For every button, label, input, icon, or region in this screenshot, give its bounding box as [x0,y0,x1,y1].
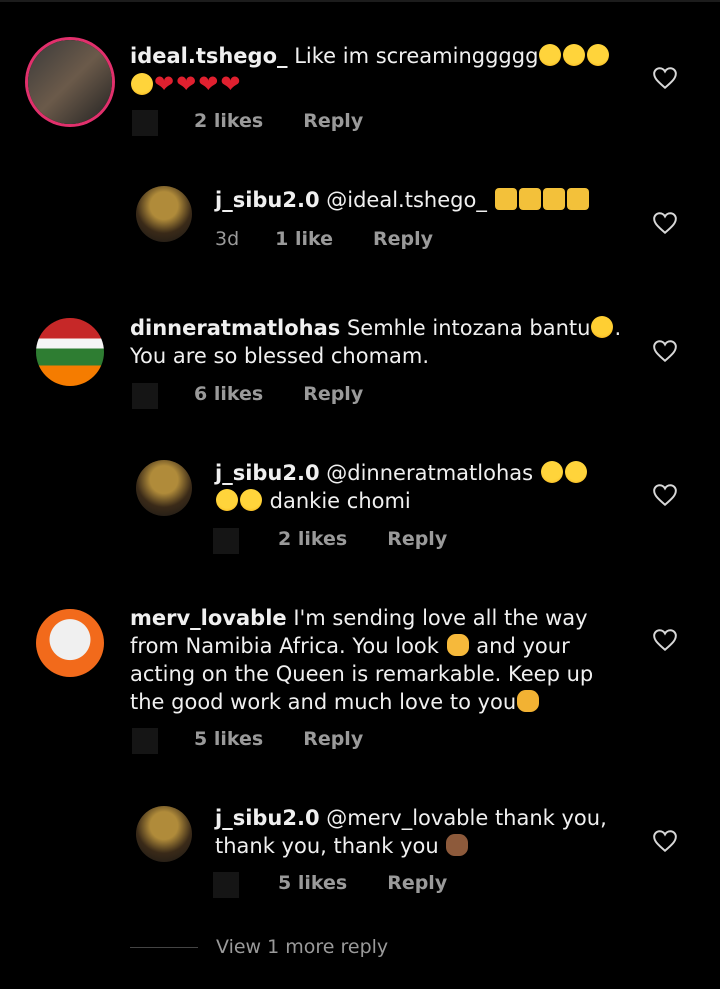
comment-meta: 2 likes Reply [278,528,487,550]
comment-text-line4: the good work and much love to you [130,690,517,714]
heart-eyes-emoji [591,316,614,338]
comment-body: dinneratmatlohas Semhle intozana bantu. … [130,314,630,370]
heart-icon[interactable] [652,628,678,652]
comment-text: @merv_lovable thank you, [319,806,607,830]
red-heart-emoji: ❤ [220,70,241,98]
comment-username[interactable]: merv_lovable [130,606,287,630]
folded-hands-emoji [446,834,469,856]
red-heart-emoji: ❤ [154,70,175,98]
likes-count[interactable]: 1 like [275,228,333,250]
comment-body: merv_lovable I'm sending love all the wa… [130,604,630,716]
comment-body: ideal.tshego_ Like im screaminggggg ❤❤❤❤ [130,42,630,99]
avatar[interactable] [36,609,104,677]
comment-text: Like im screaminggggg [287,44,539,68]
avatar[interactable] [136,186,192,242]
ok-hand-emoji [446,634,469,656]
avatar[interactable] [136,460,192,516]
speaker-emoji [518,188,541,210]
heart-icon[interactable] [652,339,678,363]
comment-text: @dinneratmatlohas [319,461,534,485]
reply-button[interactable]: Reply [303,728,363,750]
kiss-emoji [216,489,238,511]
heart-icon[interactable] [652,829,678,853]
likes-count[interactable]: 6 likes [194,383,263,405]
comment-username[interactable]: dinneratmatlohas [130,316,340,340]
reply-button[interactable]: Reply [387,528,447,550]
crying-face-emoji [587,44,610,66]
avatar[interactable] [28,40,112,124]
speaker-emoji [494,188,517,210]
comment-username[interactable]: j_sibu2.0 [215,806,320,830]
reply-button[interactable]: Reply [373,228,433,250]
comment-meta: 5 likes Reply [278,872,487,894]
top-divider [0,0,720,2]
kiss-emoji [540,461,563,483]
heart-icon[interactable] [652,66,678,90]
comment-text: Semhle intozana bantu [340,316,591,340]
comment-username[interactable]: ideal.tshego_ [130,44,288,68]
likes-count[interactable]: 5 likes [278,872,347,894]
comment-text-line3: acting on the Queen is remarkable. Keep … [130,662,594,686]
likes-count[interactable]: 2 likes [194,110,263,132]
reply-button[interactable]: Reply [387,872,447,894]
speaker-emoji [542,188,565,210]
divider-line [130,947,198,948]
comment-username[interactable]: j_sibu2.0 [215,188,320,212]
comment-meta: 2 likes Reply [194,110,403,132]
red-heart-emoji: ❤ [176,70,197,98]
comment-text-period: . [614,316,622,340]
comment-username[interactable]: j_sibu2.0 [215,461,320,485]
comment-body: j_sibu2.0 @merv_lovable thank you, thank… [215,804,635,860]
reply-button[interactable]: Reply [303,383,363,405]
placeholder-box [132,383,158,409]
timestamp: 3d [215,228,240,250]
heart-icon[interactable] [652,483,678,507]
comment-body: j_sibu2.0 @ideal.tshego_ [215,186,655,214]
comment-text-line2b: and your [469,634,570,658]
placeholder-box [213,872,239,898]
view-more-replies[interactable]: View 1 more reply [130,936,388,958]
speaker-emoji [566,188,589,210]
placeholder-box [132,110,158,136]
kiss-emoji [240,489,262,511]
raising-hands-emoji [517,690,540,712]
comment-meta: 6 likes Reply [194,383,403,405]
comment-body: j_sibu2.0 @dinneratmatlohas dankie chomi [215,459,635,515]
comment-text-line2: You are so blessed chomam. [130,344,430,368]
reply-button[interactable]: Reply [303,110,363,132]
view-more-label[interactable]: View 1 more reply [216,936,388,958]
comment-text-line2: thank you, thank you [215,834,439,858]
crying-face-emoji [539,44,562,66]
likes-count[interactable]: 5 likes [194,728,263,750]
likes-count[interactable]: 2 likes [278,528,347,550]
comment-meta: 5 likes Reply [194,728,403,750]
comment-meta: 3d 1 like Reply [215,228,473,250]
comment-text-line2: from Namibia Africa. You look [130,634,439,658]
placeholder-box [132,728,158,754]
comment-text: I'm sending love all the way [286,606,588,630]
avatar[interactable] [136,806,192,862]
comment-text-line2: dankie chomi [263,489,411,513]
placeholder-box [213,528,239,554]
heart-icon[interactable] [652,211,678,235]
avatar[interactable] [36,318,104,386]
crying-face-emoji [131,73,153,95]
kiss-emoji [564,461,587,483]
comment-text: @ideal.tshego_ [319,188,487,212]
crying-face-emoji [563,44,586,66]
red-heart-emoji: ❤ [198,70,219,98]
